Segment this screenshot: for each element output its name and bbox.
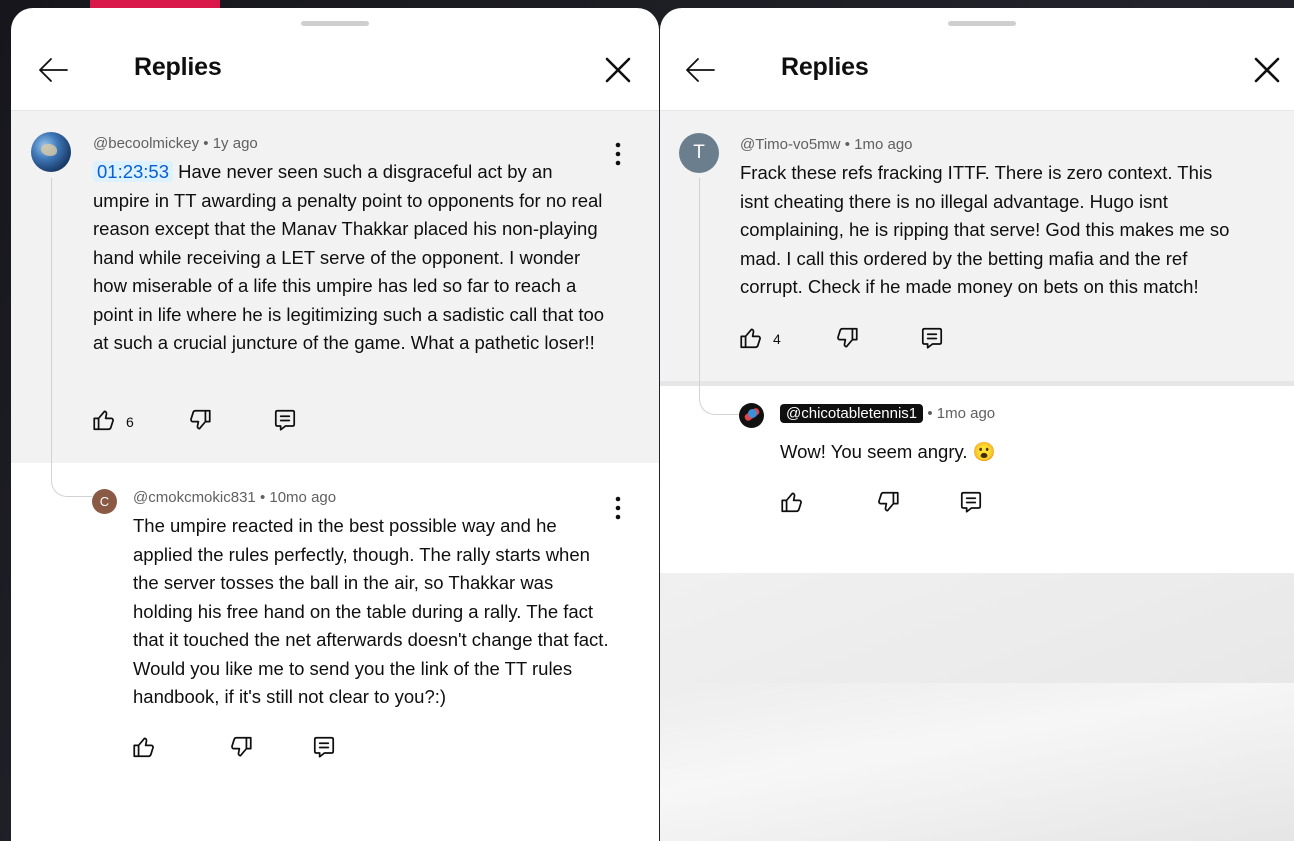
comment-age: 1mo ago xyxy=(854,136,913,153)
thumb-up-icon[interactable] xyxy=(91,407,117,433)
thread-connector xyxy=(699,178,740,415)
thumb-down-icon[interactable] xyxy=(228,734,254,760)
thumb-down-icon[interactable] xyxy=(834,325,860,351)
reply-icon[interactable] xyxy=(919,325,945,351)
replies-panel-right: Replies T @Timo-vo5mw • 1mo ago Frack th… xyxy=(660,8,1294,841)
comment-author[interactable]: @becoolmickey xyxy=(93,135,199,152)
reply-meta: @chicotabletennis1 • 1mo ago xyxy=(780,404,995,423)
comment-text: Frack these refs fracking ITTF. There is… xyxy=(740,162,1230,297)
panel-header: Replies xyxy=(660,8,1294,111)
meta-separator: • xyxy=(259,489,266,506)
panel-title: Replies xyxy=(134,53,222,81)
thumb-down-icon[interactable] xyxy=(875,489,901,515)
back-arrow-icon[interactable] xyxy=(36,54,70,86)
avatar[interactable]: C xyxy=(92,489,117,514)
close-icon[interactable] xyxy=(603,55,633,85)
thumb-up-icon[interactable] xyxy=(779,489,805,515)
thumb-up-icon[interactable] xyxy=(131,734,157,760)
reply-author[interactable]: @chicotabletennis1 xyxy=(780,404,924,423)
comment-meta: @Timo-vo5mw • 1mo ago xyxy=(740,136,913,153)
close-icon[interactable] xyxy=(1252,55,1282,85)
reply-meta: @cmokcmokic831 • 10mo ago xyxy=(133,489,336,506)
back-arrow-icon[interactable] xyxy=(683,54,717,86)
reply-age: 1mo ago xyxy=(936,405,996,422)
comment-age: 1y ago xyxy=(212,135,258,152)
thread-connector xyxy=(51,178,92,497)
like-count: 6 xyxy=(126,414,134,430)
panel-title: Replies xyxy=(781,53,869,81)
replies-panel-left: Replies @becoolmickey • 1y ago 01:23:53 … xyxy=(11,8,659,841)
reply-text: Wow! You seem angry. 😮 xyxy=(780,441,996,462)
avatar[interactable] xyxy=(739,403,764,428)
empty-area xyxy=(660,573,1294,841)
meta-separator: • xyxy=(844,136,850,153)
thumb-up-icon[interactable] xyxy=(738,325,764,351)
avatar[interactable] xyxy=(31,132,71,172)
more-vert-icon[interactable] xyxy=(614,496,622,520)
thumb-down-icon[interactable] xyxy=(187,407,213,433)
avatar[interactable]: T xyxy=(679,133,719,173)
more-vert-icon[interactable] xyxy=(614,142,622,166)
reply-author[interactable]: @cmokcmokic831 xyxy=(133,489,256,506)
timestamp-link[interactable]: 01:23:53 xyxy=(93,161,174,182)
comment-body: Have never seen such a disgraceful act b… xyxy=(93,161,605,353)
divider xyxy=(660,381,1294,386)
meta-separator: • xyxy=(927,405,933,422)
reply-icon[interactable] xyxy=(311,734,337,760)
panel-header: Replies xyxy=(11,8,659,111)
reply-icon[interactable] xyxy=(272,407,298,433)
meta-separator: • xyxy=(203,135,209,152)
like-count: 4 xyxy=(773,331,781,347)
comment-meta: @becoolmickey • 1y ago xyxy=(93,135,258,152)
reply-age: 10mo ago xyxy=(269,489,337,506)
comment-text: 01:23:53 Have never seen such a disgrace… xyxy=(93,158,605,358)
comment-author[interactable]: @Timo-vo5mw xyxy=(740,136,841,153)
reply-text: The umpire reacted in the best possible … xyxy=(133,515,609,707)
reply-icon[interactable] xyxy=(958,489,984,515)
